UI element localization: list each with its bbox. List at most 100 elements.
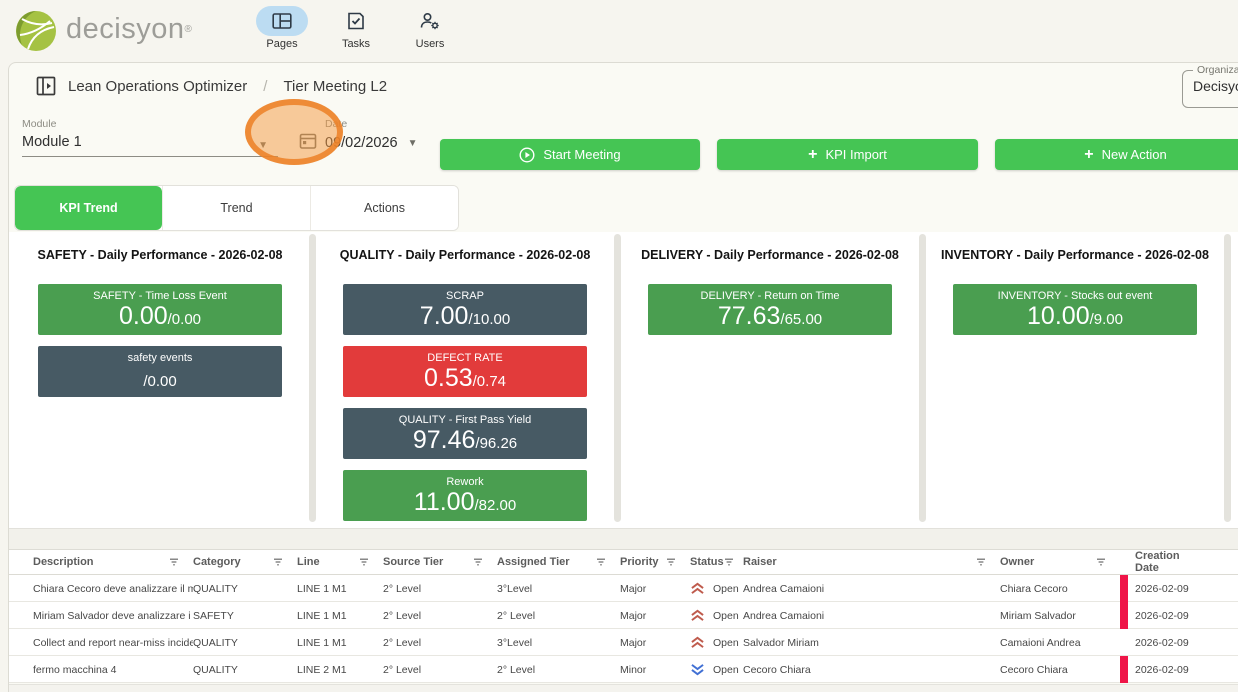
- cell-line: LINE 1 M1: [297, 637, 383, 649]
- cell-creation-date: 2026-02-09: [1130, 583, 1219, 595]
- kpi-target: /9.00: [1090, 311, 1123, 328]
- filter-icon[interactable]: [724, 557, 734, 567]
- logo-registered-mark: ®: [184, 24, 191, 35]
- plus-icon: +: [808, 146, 817, 164]
- kpi-column-title: QUALITY - Daily Performance - 2026-02-08: [319, 248, 611, 262]
- kpi-value: 0.53: [424, 364, 473, 392]
- kpi-card-scrap[interactable]: SCRAP 7.00/10.00: [343, 284, 587, 335]
- cell-status: Open: [713, 583, 739, 595]
- kpi-target: /65.00: [780, 311, 822, 328]
- start-meeting-label: Start Meeting: [543, 147, 620, 162]
- cell-source-tier: 2° Level: [383, 583, 497, 595]
- actions-table: Description Category Line Source Tier As…: [9, 550, 1238, 683]
- kpi-import-button[interactable]: + KPI Import: [717, 139, 978, 170]
- column-scrollbar-track[interactable]: [919, 234, 926, 522]
- date-flag-bar: [1120, 602, 1128, 629]
- cell-source-tier: 2° Level: [383, 637, 497, 649]
- cell-line: LINE 2 M1: [297, 664, 383, 676]
- kpi-target: /96.26: [475, 435, 517, 452]
- top-bar: decisyon ® Pages: [0, 0, 1238, 62]
- date-flag-bar: [1120, 656, 1128, 683]
- kpi-card-stocks-out[interactable]: INVENTORY - Stocks out event 10.00/9.00: [953, 284, 1197, 335]
- users-pill: [404, 6, 456, 36]
- cell-priority: Major: [620, 583, 690, 595]
- logo-wordmark: decisyon: [66, 13, 184, 46]
- filter-icon[interactable]: [359, 557, 369, 567]
- table-row[interactable]: Collect and report near-miss incident...…: [9, 629, 1238, 656]
- col-priority[interactable]: Priority: [620, 556, 690, 568]
- date-picker[interactable]: Date 09/02/2026 ▼: [299, 118, 417, 151]
- breadcrumb-app[interactable]: Lean Operations Optimizer: [68, 78, 247, 95]
- col-description[interactable]: Description: [33, 556, 193, 568]
- cell-owner: Camaioni Andrea: [1000, 637, 1120, 649]
- kpi-card-return-on-time[interactable]: DELIVERY - Return on Time 77.63/65.00: [648, 284, 892, 335]
- filter-icon[interactable]: [976, 557, 986, 567]
- new-action-button[interactable]: + New Action: [995, 139, 1238, 170]
- cell-creation-date: 2026-02-09: [1130, 637, 1219, 649]
- kpi-column-quality: QUALITY - Daily Performance - 2026-02-08…: [319, 232, 611, 528]
- priority-minor-icon: [690, 663, 705, 676]
- kpi-target: /82.00: [475, 497, 517, 514]
- kpi-value: 0.00: [119, 302, 168, 330]
- cell-priority: Major: [620, 610, 690, 622]
- filter-icon[interactable]: [273, 557, 283, 567]
- filter-icon[interactable]: [169, 557, 179, 567]
- table-row[interactable]: fermo macchina 4 QUALITY LINE 2 M1 2° Le…: [9, 656, 1238, 683]
- col-owner[interactable]: Owner: [1000, 556, 1120, 568]
- column-scrollbar-track[interactable]: [1224, 234, 1231, 522]
- users-gear-icon: [420, 11, 440, 31]
- cell-assigned-tier: 2° Level: [497, 610, 620, 622]
- col-raiser[interactable]: Raiser: [743, 556, 1000, 568]
- column-scrollbar-track[interactable]: [614, 234, 621, 522]
- kpi-card-defect-rate[interactable]: DEFECT RATE 0.53/0.74: [343, 346, 587, 397]
- kpi-value: 97.46: [413, 426, 476, 454]
- cell-source-tier: 2° Level: [383, 664, 497, 676]
- cell-description: Miriam Salvador deve analizzare i dati..…: [33, 610, 193, 622]
- tab-actions[interactable]: Actions: [310, 186, 458, 230]
- cell-assigned-tier: 3°Level: [497, 637, 620, 649]
- kpi-card-label: QUALITY - First Pass Yield: [343, 414, 587, 426]
- organization-select[interactable]: Organization Decisyon: [1182, 64, 1238, 108]
- col-line[interactable]: Line: [297, 556, 383, 568]
- nav-users[interactable]: Users: [404, 6, 456, 50]
- kpi-column-title: DELIVERY - Daily Performance - 2026-02-0…: [624, 248, 916, 262]
- kpi-card-rework[interactable]: Rework 11.00/82.00: [343, 470, 587, 521]
- nav-tasks[interactable]: Tasks: [330, 6, 382, 50]
- filter-icon[interactable]: [1096, 557, 1106, 567]
- kpi-card-safety-time-loss[interactable]: SAFETY - Time Loss Event 0.00/0.00: [38, 284, 282, 335]
- kpi-card-first-pass-yield[interactable]: QUALITY - First Pass Yield 97.46/96.26: [343, 408, 587, 459]
- filter-icon[interactable]: [666, 557, 676, 567]
- kpi-card-safety-events[interactable]: safety events /0.00: [38, 346, 282, 397]
- breadcrumb-page: Tier Meeting L2: [283, 78, 387, 95]
- nav-pages[interactable]: Pages: [256, 6, 308, 50]
- filter-icon[interactable]: [473, 557, 483, 567]
- table-row[interactable]: Miriam Salvador deve analizzare i dati..…: [9, 602, 1238, 629]
- col-assigned-tier[interactable]: Assigned Tier: [497, 556, 620, 568]
- cell-line: LINE 1 M1: [297, 583, 383, 595]
- table-bottom-strip: [9, 684, 1238, 692]
- section-divider: [9, 528, 1238, 550]
- organization-value: Decisyon: [1193, 78, 1238, 94]
- kpi-card-label: SAFETY - Time Loss Event: [38, 290, 282, 302]
- cell-description: Collect and report near-miss incident...: [33, 637, 193, 649]
- tab-kpi-trend[interactable]: KPI Trend: [15, 186, 162, 230]
- table-row[interactable]: Chiara Cecoro deve analizzare il moti...…: [9, 575, 1238, 602]
- panel-toggle-icon[interactable]: [36, 76, 56, 96]
- col-source-tier[interactable]: Source Tier: [383, 556, 497, 568]
- kpi-column-inventory: INVENTORY - Daily Performance - 2026-02-…: [929, 232, 1221, 528]
- kpi-card-label: INVENTORY - Stocks out event: [953, 290, 1197, 302]
- column-scrollbar-track[interactable]: [309, 234, 316, 522]
- date-flag-bar-empty: [1120, 629, 1128, 656]
- col-status[interactable]: Status: [690, 556, 743, 568]
- cell-creation-date: 2026-02-09: [1130, 664, 1219, 676]
- cell-status: Open: [713, 610, 739, 622]
- filter-icon[interactable]: [596, 557, 606, 567]
- col-creation-date[interactable]: Creation Date: [1130, 550, 1219, 574]
- start-meeting-button[interactable]: Start Meeting: [440, 139, 700, 170]
- module-dropdown-arrow-icon: ▼: [258, 140, 268, 151]
- col-category[interactable]: Category: [193, 556, 297, 568]
- kpi-card-label: DELIVERY - Return on Time: [648, 290, 892, 302]
- kpi-target: /10.00: [468, 311, 510, 328]
- module-select[interactable]: Module Module 1 ▼: [22, 118, 278, 157]
- tab-trend[interactable]: Trend: [162, 186, 310, 230]
